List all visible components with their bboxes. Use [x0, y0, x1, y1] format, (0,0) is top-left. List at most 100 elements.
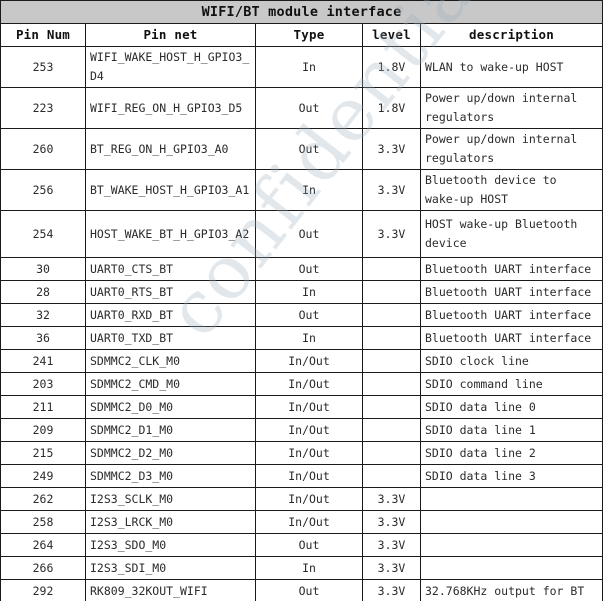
cell-pin-num: 249: [0, 464, 86, 489]
cell-type: In: [255, 46, 363, 89]
cell-type: In/Out: [255, 372, 363, 397]
table-row: 209 SDMMC2_D1_M0 In/Out SDIO data line 1: [0, 418, 603, 443]
cell-type: Out: [255, 257, 363, 282]
table-row: 215 SDMMC2_D2_M0 In/Out SDIO data line 2: [0, 441, 603, 466]
table-row: 223 WIFI_REG_ON_H_GPIO3_D5 Out 1.8V Power up…: [0, 87, 603, 130]
table-row: 253 WIFI_WAKE_HOST_H_GPIO3_D4 In 1.8V WLAN t…: [0, 46, 603, 89]
table-header-row: Pin Num Pin net Type level description: [0, 23, 603, 48]
cell-type: In: [255, 556, 363, 581]
table-row: 264 I2S3_SDO_M0 Out 3.3V: [0, 533, 603, 558]
cell-pin-net: WIFI_WAKE_HOST_H_GPIO3_D4: [85, 46, 256, 89]
cell-type: In: [255, 326, 363, 351]
cell-level: 3.3V: [362, 169, 421, 212]
cell-description: WLAN to wake-up HOST: [419, 46, 603, 89]
cell-pin-num: 266: [0, 556, 86, 581]
cell-type: Out: [255, 533, 363, 558]
cell-type: In/Out: [255, 464, 363, 489]
cell-level: [362, 418, 421, 443]
cell-description: SDIO command line: [419, 372, 603, 397]
table-row: 32 UART0_RXD_BT Out Bluetooth UART interfac…: [0, 303, 603, 328]
table-row: 36 UART0_TXD_BT In Bluetooth UART interface: [0, 326, 603, 351]
wifi-bt-module-interface-table: WIFI/BT module interface Pin Num Pin net T…: [0, 0, 603, 601]
cell-pin-num: 223: [0, 87, 86, 130]
cell-pin-num: 258: [0, 510, 86, 535]
table-row: 258 I2S3_LRCK_M0 In/Out 3.3V: [0, 510, 603, 535]
cell-description: SDIO clock line: [419, 349, 603, 374]
cell-level: [362, 303, 421, 328]
cell-pin-num: 203: [0, 372, 86, 397]
table-row: 211 SDMMC2_D0_M0 In/Out SDIO data line 0: [0, 395, 603, 420]
cell-pin-net: UART0_RXD_BT: [85, 303, 256, 328]
cell-level: 3.3V: [362, 556, 421, 581]
cell-pin-num: 209: [0, 418, 86, 443]
cell-pin-net: UART0_RTS_BT: [85, 280, 256, 305]
table-row: 28 UART0_RTS_BT In Bluetooth UART interface: [0, 280, 603, 305]
cell-pin-num: 264: [0, 533, 86, 558]
cell-pin-net: BT_WAKE_HOST_H_GPIO3_A1: [85, 169, 256, 212]
table-title-row: WIFI/BT module interface: [0, 0, 603, 25]
cell-description: HOST wake-up Bluetooth device: [419, 210, 603, 259]
cell-type: Out: [255, 87, 363, 130]
cell-pin-net: UART0_TXD_BT: [85, 326, 256, 351]
cell-pin-net: SDMMC2_CLK_M0: [85, 349, 256, 374]
column-header-pin-num: Pin Num: [0, 23, 86, 48]
table-row: 30 UART0_CTS_BT Out Bluetooth UART interfac…: [0, 257, 603, 282]
table-row: 254 HOST_WAKE_BT_H_GPIO3_A2 Out 3.3V HOST wa…: [0, 210, 603, 259]
column-header-pin-net: Pin net: [85, 23, 256, 48]
table-body: WIFI/BT module interface Pin Num Pin net T…: [0, 0, 603, 601]
cell-pin-net: BT_REG_ON_H_GPIO3_A0: [85, 128, 256, 171]
table-row: 292 RK809_32KOUT_WIFI Out 3.3V 32.768KHz out…: [0, 579, 603, 601]
table-row: 203 SDMMC2_CMD_M0 In/Out SDIO command line: [0, 372, 603, 397]
cell-pin-num: 260: [0, 128, 86, 171]
cell-pin-net: SDMMC2_D0_M0: [85, 395, 256, 420]
cell-pin-net: I2S3_SDI_M0: [85, 556, 256, 581]
cell-pin-net: SDMMC2_CMD_M0: [85, 372, 256, 397]
table-title: WIFI/BT module interface: [0, 0, 603, 25]
cell-description: [419, 510, 603, 535]
cell-pin-num: 211: [0, 395, 86, 420]
cell-description: Power up/down internal regulators: [419, 128, 603, 171]
cell-level: [362, 464, 421, 489]
cell-type: In: [255, 169, 363, 212]
cell-description: Bluetooth UART interface: [419, 257, 603, 282]
column-header-level: level: [362, 23, 421, 48]
cell-level: [362, 441, 421, 466]
cell-level: [362, 257, 421, 282]
cell-level: [362, 280, 421, 305]
cell-pin-num: 28: [0, 280, 86, 305]
table-row: 262 I2S3_SCLK_M0 In/Out 3.3V: [0, 487, 603, 512]
cell-level: 3.3V: [362, 128, 421, 171]
cell-type: Out: [255, 210, 363, 259]
cell-description: 32.768KHz output for BT: [419, 579, 603, 601]
table-row: 266 I2S3_SDI_M0 In 3.3V: [0, 556, 603, 581]
cell-description: Power up/down internal regulators: [419, 87, 603, 130]
cell-level: [362, 326, 421, 351]
cell-description: SDIO data line 3: [419, 464, 603, 489]
cell-pin-net: I2S3_SCLK_M0: [85, 487, 256, 512]
cell-type: Out: [255, 579, 363, 601]
cell-level: 3.3V: [362, 210, 421, 259]
table-row: 241 SDMMC2_CLK_M0 In/Out SDIO clock line: [0, 349, 603, 374]
column-header-type: Type: [255, 23, 363, 48]
cell-level: [362, 349, 421, 374]
cell-description: [419, 487, 603, 512]
cell-type: In/Out: [255, 510, 363, 535]
cell-pin-net: WIFI_REG_ON_H_GPIO3_D5: [85, 87, 256, 130]
cell-description: Bluetooth UART interface: [419, 326, 603, 351]
cell-type: In/Out: [255, 418, 363, 443]
cell-pin-num: 262: [0, 487, 86, 512]
cell-pin-net: SDMMC2_D3_M0: [85, 464, 256, 489]
cell-pin-num: 292: [0, 579, 86, 601]
cell-pin-net: UART0_CTS_BT: [85, 257, 256, 282]
cell-level: 1.8V: [362, 87, 421, 130]
cell-description: SDIO data line 1: [419, 418, 603, 443]
cell-type: In/Out: [255, 441, 363, 466]
cell-pin-num: 254: [0, 210, 86, 259]
cell-type: In: [255, 280, 363, 305]
cell-pin-net: SDMMC2_D1_M0: [85, 418, 256, 443]
cell-type: In/Out: [255, 395, 363, 420]
cell-level: 1.8V: [362, 46, 421, 89]
cell-description: [419, 556, 603, 581]
cell-level: [362, 372, 421, 397]
cell-type: In/Out: [255, 349, 363, 374]
